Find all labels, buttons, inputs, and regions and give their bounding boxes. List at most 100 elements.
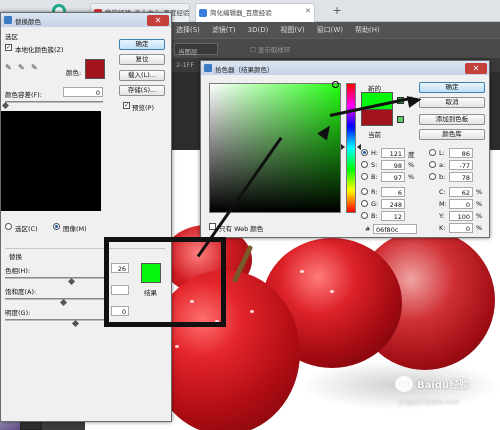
new-tab-button[interactable]: + [330, 4, 344, 18]
yellow-input[interactable]: 100 [449, 211, 473, 221]
color-libraries-button[interactable]: 颜色库 [419, 129, 485, 140]
black-input[interactable]: 0 [449, 223, 473, 233]
blue-input[interactable]: 12 [381, 211, 405, 221]
menu-item[interactable]: 3D(D) [242, 23, 275, 34]
show-sampling-ring-checkbox[interactable]: ☐ 显示取样环 [250, 44, 290, 54]
radio-lab-a[interactable] [429, 161, 436, 168]
radio-brightness[interactable] [361, 173, 368, 180]
saturation-slider[interactable] [5, 298, 105, 300]
radio-selection[interactable] [5, 223, 12, 230]
lab-l-input[interactable]: 86 [449, 148, 473, 158]
tolerance-label: 颜色容差(F): [5, 91, 43, 99]
hue-arrow-right-icon [357, 144, 361, 150]
localized-clusters-checkbox[interactable]: ✓ [5, 44, 12, 51]
color-field-marker[interactable] [332, 81, 339, 88]
lab-b-input[interactable]: 78 [449, 172, 473, 182]
red-input[interactable]: 6 [381, 187, 405, 197]
baidu-favicon-icon [199, 9, 207, 17]
highlight-box [104, 237, 226, 327]
menu-item[interactable]: 视图(V) [274, 22, 310, 35]
brightness-input[interactable]: 97 [381, 172, 405, 182]
sample-layer-dropdown[interactable]: 当图层 [174, 43, 218, 56]
hue-label: 色相(H): [5, 267, 31, 275]
radio-lab-b[interactable] [429, 173, 436, 180]
dialog-title: 拾色器（结果颜色） [215, 66, 274, 74]
slider-knob[interactable] [59, 298, 68, 307]
saturation-input[interactable]: 98 [381, 160, 405, 170]
color-picker-dialog: 拾色器（结果颜色） ✕ 新的 当前 确定 取消 添加到色板 颜色库 H: 121… [200, 60, 490, 238]
document-tab[interactable]: 2-1FF [170, 58, 200, 72]
sample-color-swatch[interactable] [85, 59, 105, 79]
browser-tab-label: 简化编辑器_百度经验 [210, 9, 272, 17]
hue-slider[interactable] [5, 277, 105, 279]
magenta-label: M: [439, 200, 447, 208]
menu-item[interactable]: 窗口(W) [311, 22, 349, 35]
brightness-label: B: [371, 173, 378, 181]
replace-group-label: 替换 [9, 253, 22, 261]
cyan-input[interactable]: 62 [449, 187, 473, 197]
unit-label: % [476, 200, 483, 208]
blue-label: B: [371, 212, 378, 220]
photoshop-icon [4, 16, 12, 24]
radio-image[interactable] [53, 223, 60, 230]
lab-a-input[interactable]: -77 [449, 160, 473, 170]
hue-input[interactable]: 121 [381, 148, 405, 158]
current-label: 当前 [368, 131, 381, 139]
tolerance-slider[interactable] [5, 101, 103, 103]
load-button[interactable]: 载入(L)... [119, 70, 165, 81]
close-button[interactable]: ✕ [147, 15, 169, 26]
web-safe-icon[interactable] [397, 116, 404, 123]
saturation-label: 饱和度(A): [5, 288, 37, 296]
web-colors-only-label: 只有 Web 颜色 [219, 225, 264, 233]
radio-red[interactable] [361, 188, 368, 195]
eyedropper-icon[interactable]: ✎ [5, 63, 12, 72]
tolerance-input[interactable]: 0 [63, 87, 103, 97]
ok-button[interactable]: 确定 [119, 39, 165, 50]
radio-image-label: 图像(M) [63, 225, 87, 233]
close-button[interactable]: ✕ [465, 63, 487, 74]
water-drop [300, 270, 304, 273]
watermark-url: jingyan.baidu.com [399, 398, 459, 406]
slider-knob[interactable] [67, 277, 76, 286]
radio-hue[interactable] [361, 149, 368, 156]
lab-a-label: a: [439, 161, 446, 169]
hue-label: H: [371, 149, 379, 157]
save-button[interactable]: 存储(S)... [119, 85, 165, 96]
hex-input[interactable]: 06f80c [373, 224, 417, 234]
hue-arrow-left-icon [341, 144, 345, 150]
ok-button[interactable]: 确定 [419, 82, 485, 93]
reset-button[interactable]: 复位 [119, 54, 165, 65]
browser-tab-active[interactable]: 简化编辑器_百度经验 ✕ [195, 3, 315, 22]
lab-b-label: b: [439, 173, 446, 181]
unit-label: % [408, 173, 415, 181]
menu-item[interactable]: 选择(S) [170, 22, 206, 35]
eyedropper-plus-icon[interactable]: ✎ [18, 63, 25, 72]
eyedropper-minus-icon[interactable]: ✎ [31, 63, 38, 72]
preview-checkbox[interactable]: ✓ [123, 102, 130, 109]
radio-saturation[interactable] [361, 161, 368, 168]
hue-slider[interactable] [346, 83, 356, 213]
lightness-slider[interactable] [5, 319, 105, 321]
magenta-input[interactable]: 0 [449, 199, 473, 209]
slider-knob[interactable] [71, 319, 80, 328]
close-tab-icon[interactable]: ✕ [305, 7, 311, 15]
unit-label: % [476, 188, 483, 196]
water-drop [250, 310, 254, 313]
radio-lab-l[interactable] [429, 149, 436, 156]
current-color-swatch[interactable] [361, 109, 393, 126]
saturation-label: S: [371, 161, 378, 169]
radio-green[interactable] [361, 200, 368, 207]
localized-clusters-label: 本地化颜色簇(Z) [15, 46, 64, 54]
green-input[interactable]: 248 [381, 199, 405, 209]
menu-item[interactable]: 滤镜(T) [206, 22, 242, 35]
slider-knob[interactable] [1, 101, 10, 110]
cancel-button[interactable]: 取消 [419, 97, 485, 108]
menu-item[interactable]: 帮助(H) [349, 22, 386, 35]
cyan-label: C: [439, 188, 446, 196]
radio-blue[interactable] [361, 212, 368, 219]
add-to-swatches-button[interactable]: 添加到色板 [419, 114, 485, 125]
checkbox-label: 显示取样环 [257, 46, 291, 54]
lab-l-label: L: [439, 149, 445, 157]
unit-label: % [476, 212, 483, 220]
green-label: G: [371, 200, 379, 208]
